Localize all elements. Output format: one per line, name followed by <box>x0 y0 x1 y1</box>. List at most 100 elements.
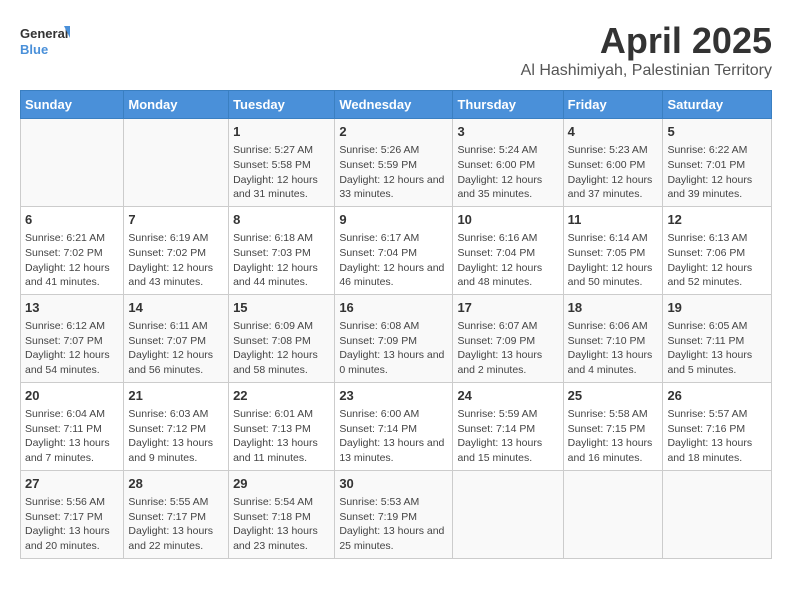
cell-info: Sunrise: 5:24 AM Sunset: 6:00 PM Dayligh… <box>457 143 558 202</box>
day-number: 1 <box>233 123 330 141</box>
calendar-cell: 14Sunrise: 6:11 AM Sunset: 7:07 PM Dayli… <box>124 294 229 382</box>
calendar-cell: 17 Sunrise: 6:07 AM Sunset: 7:09 PM Dayli… <box>453 294 563 382</box>
svg-text:Blue: Blue <box>20 42 48 57</box>
cell-info: Sunrise: 6:16 AM Sunset: 7:04 PM Dayligh… <box>457 231 558 290</box>
calendar-cell: 12 Sunrise: 6:13 AM Sunset: 7:06 PM Dayli… <box>663 206 772 294</box>
calendar-cell: 19Sunrise: 6:05 AM Sunset: 7:11 PM Dayli… <box>663 294 772 382</box>
logo-svg: General Blue <box>20 20 70 60</box>
cell-info: Sunrise: 6:14 AM Sunset: 7:05 PM Dayligh… <box>568 231 659 290</box>
calendar-cell: 21 Sunrise: 6:03 AM Sunset: 7:12 PM Dayli… <box>124 382 229 470</box>
day-number: 26 <box>667 387 767 405</box>
calendar-cell: 27 Sunrise: 5:56 AM Sunset: 7:17 PM Dayli… <box>21 470 124 558</box>
day-number: 16 <box>339 299 448 317</box>
calendar-cell <box>563 470 663 558</box>
day-number: 2 <box>339 123 448 141</box>
cell-info: Sunrise: 6:22 AM Sunset: 7:01 PM Dayligh… <box>667 143 767 202</box>
calendar-table: SundayMondayTuesdayWednesdayThursdayFrid… <box>20 90 772 559</box>
day-number: 3 <box>457 123 558 141</box>
header-cell-tuesday: Tuesday <box>229 91 335 119</box>
calendar-cell: 11 Sunrise: 6:14 AM Sunset: 7:05 PM Dayli… <box>563 206 663 294</box>
cell-info: Sunrise: 5:56 AM Sunset: 7:17 PM Dayligh… <box>25 495 119 554</box>
header-cell-friday: Friday <box>563 91 663 119</box>
week-row-3: 13 Sunrise: 6:12 AM Sunset: 7:07 PM Dayli… <box>21 294 772 382</box>
calendar-cell: 18 Sunrise: 6:06 AM Sunset: 7:10 PM Dayli… <box>563 294 663 382</box>
day-number: 18 <box>568 299 659 317</box>
week-row-5: 27 Sunrise: 5:56 AM Sunset: 7:17 PM Dayli… <box>21 470 772 558</box>
calendar-cell <box>21 119 124 207</box>
day-number: 12 <box>667 211 767 229</box>
day-number: 10 <box>457 211 558 229</box>
day-number: 5 <box>667 123 767 141</box>
cell-info: Sunrise: 6:18 AM Sunset: 7:03 PM Dayligh… <box>233 231 330 290</box>
cell-info: Sunrise: 6:13 AM Sunset: 7:06 PM Dayligh… <box>667 231 767 290</box>
day-number: 21 <box>128 387 224 405</box>
day-number: 27 <box>25 475 119 493</box>
day-number: 30 <box>339 475 448 493</box>
cell-info: Sunrise: 5:53 AM Sunset: 7:19 PM Dayligh… <box>339 495 448 554</box>
logo: General Blue <box>20 20 70 60</box>
calendar-cell: 24 Sunrise: 5:59 AM Sunset: 7:14 PM Dayli… <box>453 382 563 470</box>
calendar-cell: 23Sunrise: 6:00 AM Sunset: 7:14 PM Dayli… <box>335 382 453 470</box>
calendar-header: SundayMondayTuesdayWednesdayThursdayFrid… <box>21 91 772 119</box>
cell-info: Sunrise: 6:09 AM Sunset: 7:08 PM Dayligh… <box>233 319 330 378</box>
calendar-cell: 22 Sunrise: 6:01 AM Sunset: 7:13 PM Dayli… <box>229 382 335 470</box>
cell-info: Sunrise: 6:05 AM Sunset: 7:11 PM Dayligh… <box>667 319 767 378</box>
cell-info: Sunrise: 6:06 AM Sunset: 7:10 PM Dayligh… <box>568 319 659 378</box>
cell-info: Sunrise: 6:12 AM Sunset: 7:07 PM Dayligh… <box>25 319 119 378</box>
main-title: April 2025 <box>521 20 772 62</box>
header: General Blue April 2025 Al Hashimiyah, P… <box>20 20 772 80</box>
cell-info: Sunrise: 5:57 AM Sunset: 7:16 PM Dayligh… <box>667 407 767 466</box>
calendar-cell: 3 Sunrise: 5:24 AM Sunset: 6:00 PM Daylig… <box>453 119 563 207</box>
calendar-cell: 30 Sunrise: 5:53 AM Sunset: 7:19 PM Dayli… <box>335 470 453 558</box>
header-cell-saturday: Saturday <box>663 91 772 119</box>
cell-info: Sunrise: 6:03 AM Sunset: 7:12 PM Dayligh… <box>128 407 224 466</box>
calendar-cell: 28Sunrise: 5:55 AM Sunset: 7:17 PM Dayli… <box>124 470 229 558</box>
cell-info: Sunrise: 5:54 AM Sunset: 7:18 PM Dayligh… <box>233 495 330 554</box>
day-number: 11 <box>568 211 659 229</box>
day-number: 22 <box>233 387 330 405</box>
day-number: 29 <box>233 475 330 493</box>
header-row: SundayMondayTuesdayWednesdayThursdayFrid… <box>21 91 772 119</box>
cell-info: Sunrise: 6:19 AM Sunset: 7:02 PM Dayligh… <box>128 231 224 290</box>
cell-info: Sunrise: 6:08 AM Sunset: 7:09 PM Dayligh… <box>339 319 448 378</box>
day-number: 7 <box>128 211 224 229</box>
calendar-cell: 29 Sunrise: 5:54 AM Sunset: 7:18 PM Dayli… <box>229 470 335 558</box>
calendar-cell: 6Sunrise: 6:21 AM Sunset: 7:02 PM Daylig… <box>21 206 124 294</box>
header-cell-thursday: Thursday <box>453 91 563 119</box>
cell-info: Sunrise: 6:07 AM Sunset: 7:09 PM Dayligh… <box>457 319 558 378</box>
day-number: 9 <box>339 211 448 229</box>
calendar-cell: 13 Sunrise: 6:12 AM Sunset: 7:07 PM Dayli… <box>21 294 124 382</box>
cell-info: Sunrise: 6:21 AM Sunset: 7:02 PM Dayligh… <box>25 231 119 290</box>
day-number: 17 <box>457 299 558 317</box>
svg-text:General: General <box>20 26 68 41</box>
day-number: 15 <box>233 299 330 317</box>
calendar-cell: 7 Sunrise: 6:19 AM Sunset: 7:02 PM Daylig… <box>124 206 229 294</box>
header-cell-sunday: Sunday <box>21 91 124 119</box>
day-number: 25 <box>568 387 659 405</box>
cell-info: Sunrise: 6:00 AM Sunset: 7:14 PM Dayligh… <box>339 407 448 466</box>
calendar-cell: 8Sunrise: 6:18 AM Sunset: 7:03 PM Daylig… <box>229 206 335 294</box>
header-cell-monday: Monday <box>124 91 229 119</box>
cell-info: Sunrise: 5:23 AM Sunset: 6:00 PM Dayligh… <box>568 143 659 202</box>
day-number: 13 <box>25 299 119 317</box>
cell-info: Sunrise: 5:59 AM Sunset: 7:14 PM Dayligh… <box>457 407 558 466</box>
day-number: 24 <box>457 387 558 405</box>
week-row-2: 6Sunrise: 6:21 AM Sunset: 7:02 PM Daylig… <box>21 206 772 294</box>
calendar-cell: 10 Sunrise: 6:16 AM Sunset: 7:04 PM Dayli… <box>453 206 563 294</box>
cell-info: Sunrise: 5:58 AM Sunset: 7:15 PM Dayligh… <box>568 407 659 466</box>
calendar-cell: 5 Sunrise: 6:22 AM Sunset: 7:01 PM Daylig… <box>663 119 772 207</box>
calendar-cell <box>124 119 229 207</box>
day-number: 20 <box>25 387 119 405</box>
calendar-cell: 26 Sunrise: 5:57 AM Sunset: 7:16 PM Dayli… <box>663 382 772 470</box>
header-cell-wednesday: Wednesday <box>335 91 453 119</box>
title-area: April 2025 Al Hashimiyah, Palestinian Te… <box>521 20 772 80</box>
calendar-cell: 9Sunrise: 6:17 AM Sunset: 7:04 PM Daylig… <box>335 206 453 294</box>
cell-info: Sunrise: 6:11 AM Sunset: 7:07 PM Dayligh… <box>128 319 224 378</box>
cell-info: Sunrise: 6:01 AM Sunset: 7:13 PM Dayligh… <box>233 407 330 466</box>
calendar-cell: 4Sunrise: 5:23 AM Sunset: 6:00 PM Daylig… <box>563 119 663 207</box>
week-row-1: 1Sunrise: 5:27 AM Sunset: 5:58 PM Daylig… <box>21 119 772 207</box>
calendar-cell: 15 Sunrise: 6:09 AM Sunset: 7:08 PM Dayli… <box>229 294 335 382</box>
calendar-cell: 2Sunrise: 5:26 AM Sunset: 5:59 PM Daylig… <box>335 119 453 207</box>
calendar-cell: 16 Sunrise: 6:08 AM Sunset: 7:09 PM Dayli… <box>335 294 453 382</box>
calendar-cell: 25 Sunrise: 5:58 AM Sunset: 7:15 PM Dayli… <box>563 382 663 470</box>
